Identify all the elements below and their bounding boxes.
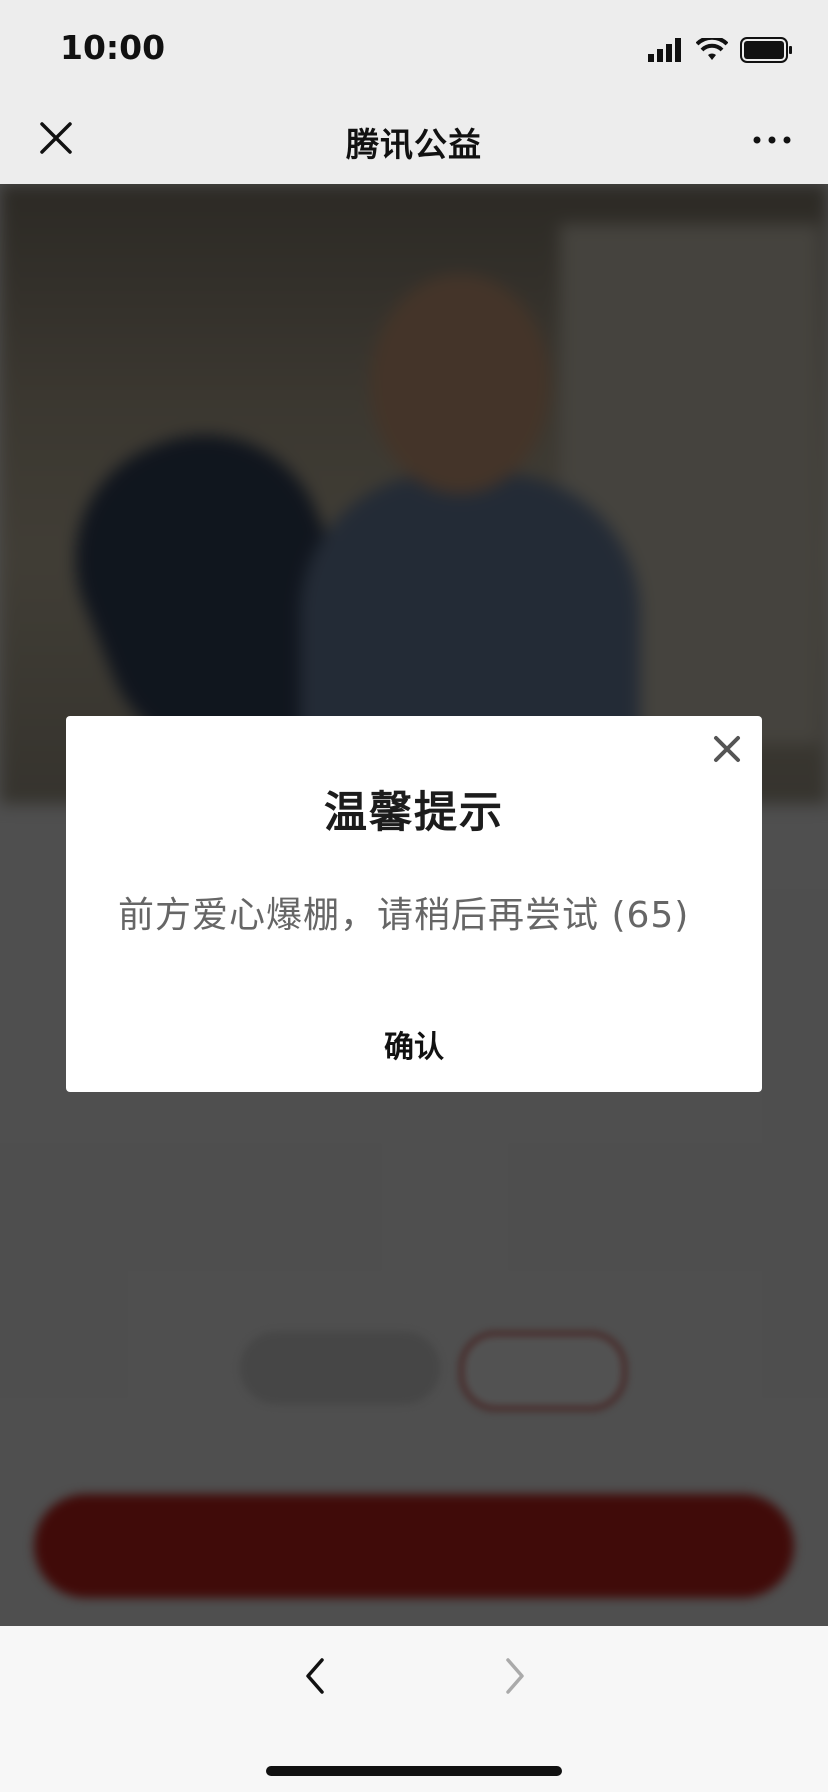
status-time: 10:00 [60,28,166,67]
page-title: 腾讯公益 [346,125,482,164]
browser-toolbar [0,1626,828,1792]
dialog-title: 温馨提示 [324,788,504,838]
wifi-icon [696,38,728,60]
alert-dialog: 温馨提示 前方爱心爆棚，请稍后再尝试 (65) 确认 [66,716,762,1092]
more-icon[interactable] [752,130,792,150]
close-icon[interactable] [708,730,746,768]
cellular-signal-icon [648,38,681,62]
confirm-button[interactable]: 确认 [66,1022,762,1066]
dialog-message: 前方爱心爆棚，请稍后再尝试 (65) [118,895,690,936]
chevron-left-icon[interactable] [300,1656,330,1696]
status-bar: 10:00 [0,0,828,96]
chevron-right-icon[interactable] [500,1656,530,1696]
nav-bar: 腾讯公益 [0,96,828,184]
status-icons [648,36,794,64]
battery-icon [740,37,792,63]
home-indicator[interactable] [266,1766,562,1776]
